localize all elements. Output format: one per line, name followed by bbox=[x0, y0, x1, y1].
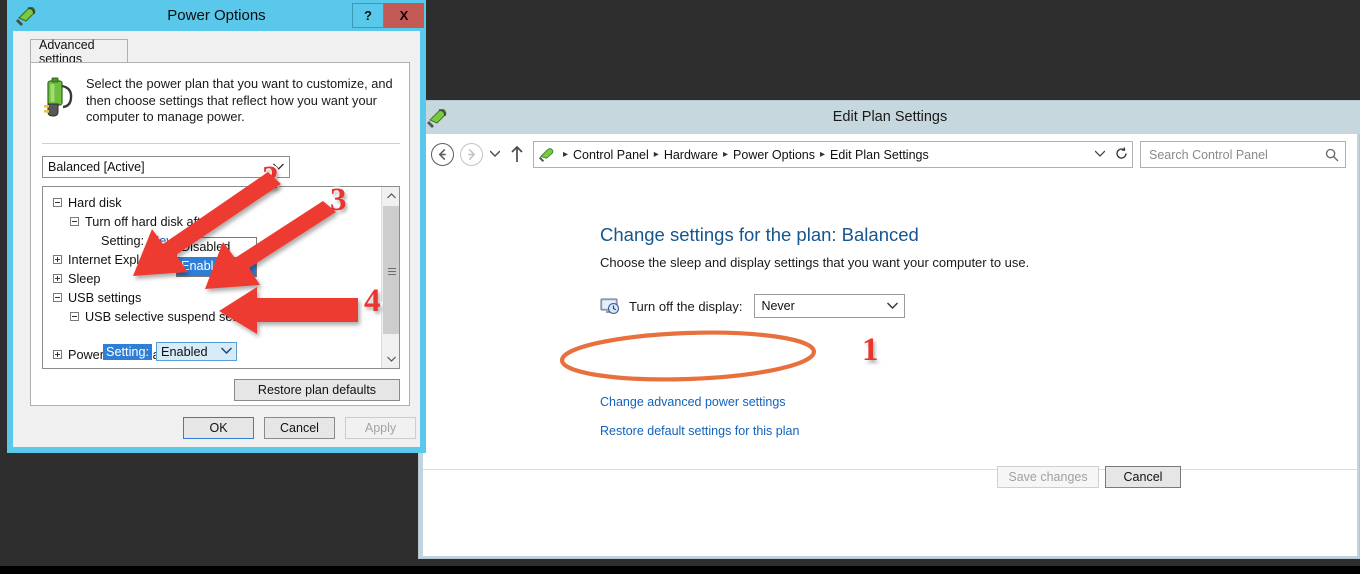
breadcrumb[interactable]: ▸ Control Panel ▸ Hardware ▸ Power Optio… bbox=[533, 141, 1133, 168]
tab-advanced-settings[interactable]: Advanced settings bbox=[30, 38, 128, 66]
tree-node-usb-settings[interactable]: USB settings bbox=[53, 288, 141, 307]
page-title: Change settings for the plan: Balanced bbox=[600, 224, 919, 245]
tree-node-label: PCI Express bbox=[68, 367, 139, 369]
screen: Edit Plan Settings X bbox=[0, 0, 1360, 574]
tree-node-label: Hard disk bbox=[68, 195, 122, 210]
setting-value: Enabled bbox=[161, 344, 208, 359]
monitor-clock-icon bbox=[600, 296, 620, 316]
turn-off-display-value: Never bbox=[761, 299, 795, 313]
collapse-icon[interactable] bbox=[70, 312, 79, 321]
restore-plan-defaults-button[interactable]: Restore plan defaults bbox=[234, 379, 400, 401]
edit-plan-settings-content: Change settings for the plan: Balanced C… bbox=[423, 175, 1357, 556]
cancel-button[interactable]: Cancel bbox=[1105, 466, 1181, 488]
power-plan-select[interactable]: Balanced [Active] bbox=[42, 156, 290, 178]
chevron-down-icon bbox=[887, 301, 899, 312]
expand-icon[interactable] bbox=[53, 255, 62, 264]
breadcrumb-separator: ▸ bbox=[820, 149, 826, 160]
tree-node-label: USB selective suspend setting bbox=[85, 309, 257, 324]
refresh-icon[interactable] bbox=[1115, 146, 1128, 163]
cancel-button[interactable]: Cancel bbox=[264, 417, 335, 439]
scrollbar-thumb[interactable] bbox=[383, 206, 399, 334]
power-options-icon bbox=[538, 146, 555, 163]
apply-button[interactable]: Apply bbox=[345, 417, 416, 439]
setting-label: Setting: bbox=[103, 343, 153, 360]
chevron-down-icon[interactable] bbox=[1094, 149, 1106, 160]
dropdown-option-enabled[interactable]: Enabled bbox=[177, 257, 256, 276]
usb-selective-suspend-setting-row[interactable]: Setting: Enabled bbox=[103, 342, 238, 361]
tree-node-usb-selective-suspend-setting[interactable]: USB selective suspend setting bbox=[70, 307, 256, 326]
turn-off-display-select[interactable]: Never bbox=[754, 294, 906, 318]
ok-button[interactable]: OK bbox=[183, 417, 254, 439]
content-divider bbox=[423, 469, 1357, 470]
tree-node-label: USB settings bbox=[68, 290, 142, 305]
tree-node-setting-hard-disk[interactable]: Setting: Never bbox=[101, 231, 184, 250]
help-button[interactable]: ? bbox=[352, 3, 384, 28]
tree-node-pci-express[interactable]: PCI Express bbox=[53, 364, 139, 369]
history-dropdown-icon[interactable] bbox=[489, 149, 501, 159]
scroll-down-icon[interactable] bbox=[382, 350, 399, 368]
breadcrumb-separator: ▸ bbox=[653, 149, 659, 160]
power-options-client-area: Advanced settings Select the power plan … bbox=[13, 31, 420, 447]
restore-default-settings-link[interactable]: Restore default settings for this plan bbox=[600, 424, 799, 438]
breadcrumb-item-hardware[interactable]: Hardware bbox=[664, 148, 718, 162]
tree-node-label: Sleep bbox=[68, 271, 101, 286]
breadcrumb-item-power-options[interactable]: Power Options bbox=[733, 148, 815, 162]
tree-scrollbar[interactable] bbox=[381, 187, 399, 368]
up-arrow-icon[interactable] bbox=[510, 145, 524, 163]
collapse-icon[interactable] bbox=[53, 198, 62, 207]
annotation-number-2: 2 bbox=[260, 158, 280, 198]
search-icon[interactable] bbox=[1325, 148, 1339, 162]
collapse-icon[interactable] bbox=[53, 293, 62, 302]
tree-node-internet-explorer[interactable]: Internet Explorer bbox=[53, 250, 162, 269]
bottom-letterbox bbox=[0, 566, 1360, 574]
search-input[interactable] bbox=[1147, 146, 1325, 163]
edit-plan-settings-titlebar[interactable]: Edit Plan Settings X bbox=[419, 101, 1360, 134]
annotation-number-4: 4 bbox=[362, 281, 382, 321]
scroll-up-icon[interactable] bbox=[382, 187, 399, 205]
tree-node-label: Turn off hard disk after bbox=[85, 214, 212, 229]
advanced-settings-panel: Select the power plan that you want to c… bbox=[30, 62, 410, 406]
power-plan-value: Balanced [Active] bbox=[48, 160, 145, 174]
save-changes-button[interactable]: Save changes bbox=[997, 466, 1099, 488]
turn-off-display-label: Turn off the display: bbox=[629, 298, 743, 314]
tree-node-label: Internet Explorer bbox=[68, 252, 162, 267]
forward-arrow-icon[interactable] bbox=[460, 143, 483, 166]
page-subtitle: Choose the sleep and display settings th… bbox=[600, 255, 1030, 270]
change-advanced-power-settings-link[interactable]: Change advanced power settings bbox=[600, 395, 786, 409]
power-options-dialog: Power Options ? X Advanced settings Sele… bbox=[7, 0, 426, 453]
setting-dropdown-enabled[interactable]: Enabled bbox=[156, 342, 238, 361]
edit-plan-settings-window: Edit Plan Settings X bbox=[418, 100, 1360, 559]
address-bar: ▸ Control Panel ▸ Hardware ▸ Power Optio… bbox=[423, 134, 1357, 175]
tree-node-hard-disk[interactable]: Hard disk bbox=[53, 193, 122, 212]
expand-icon[interactable] bbox=[53, 274, 62, 283]
edit-plan-settings-title: Edit Plan Settings bbox=[832, 109, 948, 125]
turn-off-display-row: Turn off the display: Never bbox=[600, 294, 906, 318]
battery-plug-icon bbox=[42, 76, 78, 120]
breadcrumb-separator: ▸ bbox=[723, 149, 729, 160]
annotation-number-1: 1 bbox=[860, 330, 880, 370]
breadcrumb-item-edit-plan-settings[interactable]: Edit Plan Settings bbox=[830, 148, 929, 162]
scrollbar-grip bbox=[388, 268, 396, 275]
search-box[interactable] bbox=[1140, 141, 1346, 168]
dropdown-option-disabled[interactable]: Disabled bbox=[177, 238, 256, 257]
power-options-titlebar[interactable]: Power Options ? X bbox=[7, 0, 426, 31]
panel-header: Select the power plan that you want to c… bbox=[42, 76, 400, 126]
setting-dropdown-list[interactable]: Disabled Enabled bbox=[176, 237, 257, 277]
chevron-down-icon bbox=[221, 346, 233, 357]
back-arrow-icon[interactable] bbox=[431, 143, 454, 166]
tree-node-label: Setting: bbox=[101, 233, 145, 248]
expand-icon[interactable] bbox=[53, 350, 62, 359]
tree-node-turn-off-hard-disk-after[interactable]: Turn off hard disk after bbox=[70, 212, 212, 231]
panel-header-text: Select the power plan that you want to c… bbox=[86, 76, 393, 124]
breadcrumb-controls bbox=[1094, 146, 1132, 163]
close-button[interactable]: X bbox=[384, 3, 424, 28]
annotation-number-3: 3 bbox=[328, 180, 348, 220]
tree-node-sleep[interactable]: Sleep bbox=[53, 269, 100, 288]
breadcrumb-separator: ▸ bbox=[563, 149, 569, 160]
panel-divider bbox=[42, 143, 400, 144]
breadcrumb-item-control-panel[interactable]: Control Panel bbox=[573, 148, 649, 162]
collapse-icon[interactable] bbox=[70, 217, 79, 226]
edit-plan-settings-body: ▸ Control Panel ▸ Hardware ▸ Power Optio… bbox=[423, 134, 1357, 556]
